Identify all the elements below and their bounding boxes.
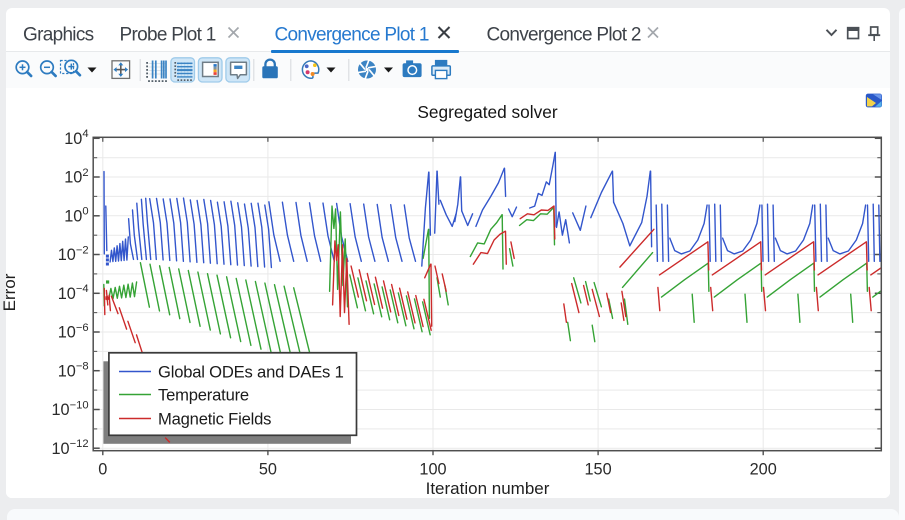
svg-text:104: 104: [64, 128, 88, 148]
svg-text:10−2: 10−2: [58, 244, 89, 264]
svg-text:Global ODEs and DAEs 1: Global ODEs and DAEs 1: [158, 362, 344, 381]
svg-text:10−6: 10−6: [58, 322, 89, 342]
svg-text:Magnetic Fields: Magnetic Fields: [158, 409, 271, 428]
svg-text:Segregated solver: Segregated solver: [417, 102, 558, 122]
svg-text:Iteration number: Iteration number: [426, 479, 550, 498]
svg-text:102: 102: [64, 167, 88, 187]
svg-text:10−4: 10−4: [58, 283, 89, 303]
svg-text:0: 0: [98, 460, 107, 478]
svg-text:100: 100: [419, 460, 446, 478]
svg-text:10−8: 10−8: [58, 361, 89, 381]
svg-text:10−12: 10−12: [51, 438, 88, 458]
svg-text:200: 200: [750, 460, 777, 478]
svg-text:50: 50: [259, 460, 277, 478]
svg-text:Error: Error: [0, 273, 19, 311]
svg-text:Temperature: Temperature: [158, 385, 249, 404]
svg-text:Probe Plot 1: Probe Plot 1: [120, 24, 216, 45]
svg-text:Graphics: Graphics: [23, 24, 94, 45]
svg-text:Convergence Plot 2: Convergence Plot 2: [487, 24, 641, 45]
svg-text:Convergence Plot 1: Convergence Plot 1: [275, 24, 429, 45]
svg-text:100: 100: [64, 206, 88, 226]
svg-text:150: 150: [585, 460, 612, 478]
svg-text:10−10: 10−10: [51, 399, 88, 419]
